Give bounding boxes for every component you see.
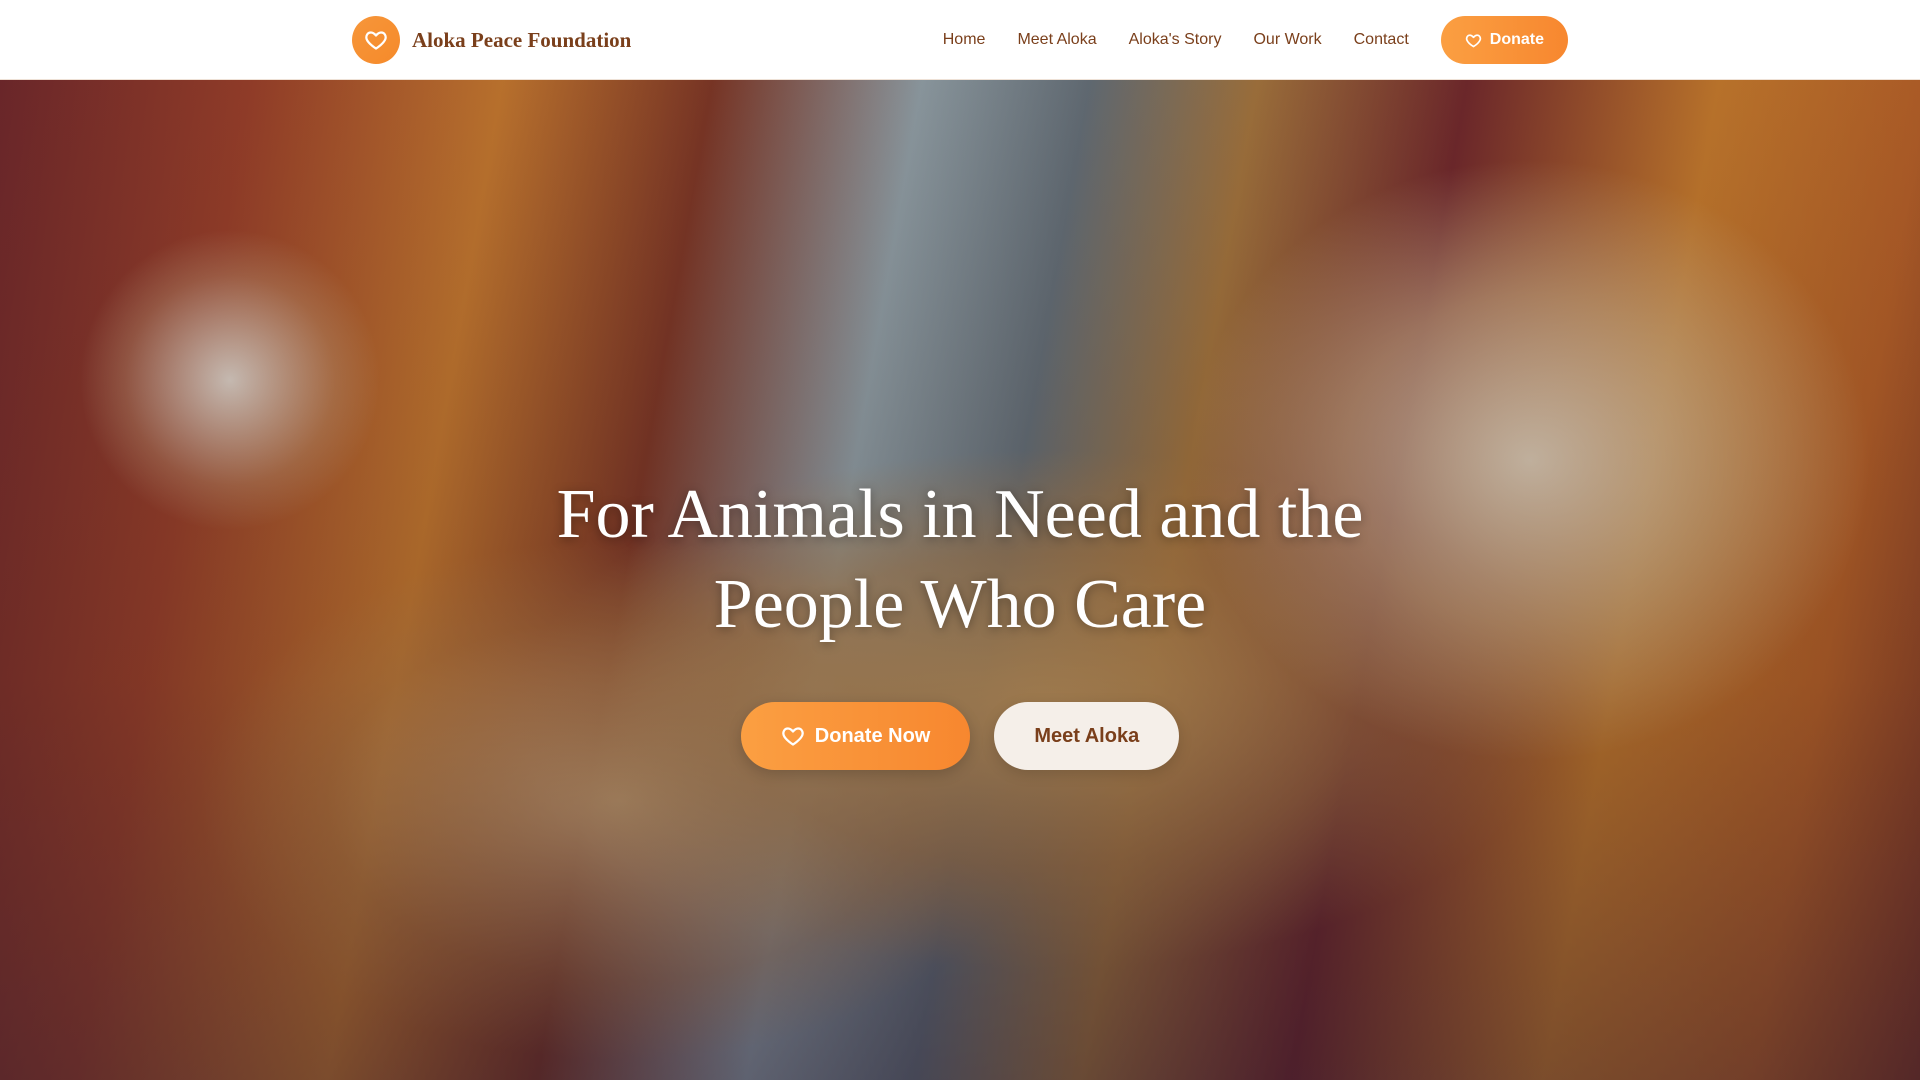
meet-aloka-button[interactable]: Meet Aloka	[994, 702, 1180, 770]
heart-icon	[1465, 32, 1482, 49]
hero-title: For Animals in Need and the People Who C…	[556, 476, 1364, 643]
site-header: Aloka Peace Foundation Home Meet Aloka A…	[0, 0, 1920, 80]
heart-icon	[781, 724, 805, 748]
meet-aloka-label: Meet Aloka	[1034, 724, 1140, 747]
nav-link-meet-aloka[interactable]: Meet Aloka	[1017, 31, 1096, 49]
donate-now-button[interactable]: Donate Now	[740, 702, 971, 770]
nav-link-our-work[interactable]: Our Work	[1253, 31, 1321, 49]
brand-name: Aloka Peace Foundation	[412, 27, 632, 52]
header-donate-button[interactable]: Donate	[1440, 16, 1568, 64]
hero-content: For Animals in Need and the People Who C…	[0, 470, 1920, 770]
main-nav: Home Meet Aloka Aloka's Story Our Work C…	[943, 16, 1568, 64]
nav-link-home[interactable]: Home	[943, 31, 986, 49]
header-donate-label: Donate	[1489, 31, 1544, 48]
brand-logo	[352, 16, 400, 64]
donate-now-label: Donate Now	[814, 724, 931, 747]
hero-actions: Donate Now Meet Aloka	[0, 702, 1920, 770]
brand-link[interactable]: Aloka Peace Foundation	[352, 16, 631, 64]
heart-icon	[365, 31, 387, 50]
nav-link-alokas-story[interactable]: Aloka's Story	[1129, 31, 1222, 49]
nav-link-contact[interactable]: Contact	[1354, 31, 1409, 49]
hero-section: For Animals in Need and the People Who C…	[0, 80, 1920, 1080]
